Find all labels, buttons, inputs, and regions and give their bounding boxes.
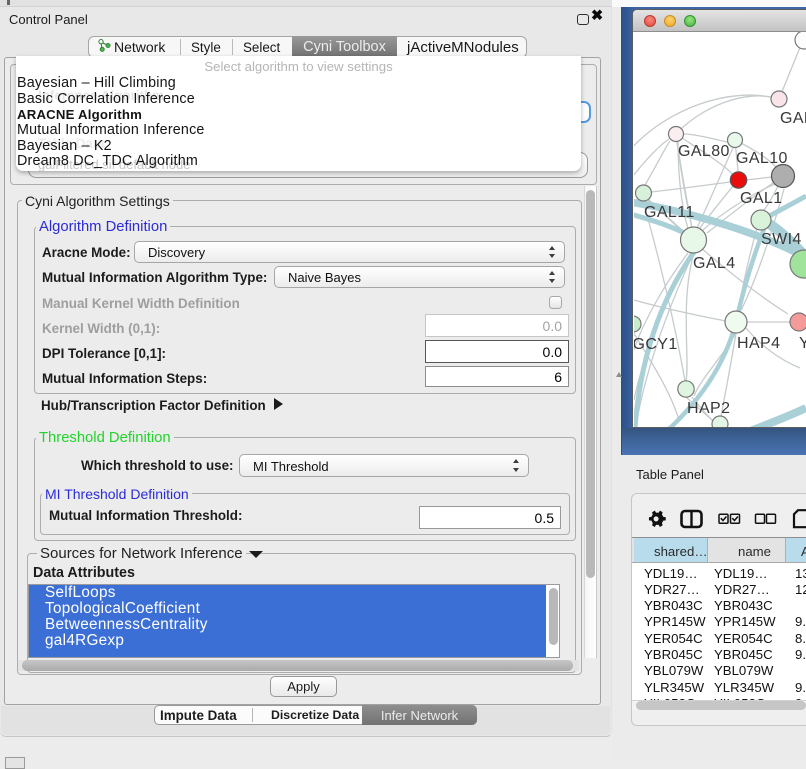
svg-text:GAL80: GAL80 xyxy=(678,143,730,160)
svg-text:YEL: YEL xyxy=(799,335,806,352)
svg-text:GAL4: GAL4 xyxy=(693,255,736,272)
svg-text:HAP2: HAP2 xyxy=(687,400,730,417)
svg-text:SWI4: SWI4 xyxy=(761,231,802,248)
svg-text:GCY1: GCY1 xyxy=(634,336,678,353)
svg-text:GAL11: GAL11 xyxy=(644,204,695,221)
svg-text:HAP4: HAP4 xyxy=(737,335,780,352)
svg-text:GAL2: GAL2 xyxy=(780,110,806,127)
svg-text:GAL1: GAL1 xyxy=(740,190,783,207)
svg-text:GAL10: GAL10 xyxy=(736,150,788,167)
